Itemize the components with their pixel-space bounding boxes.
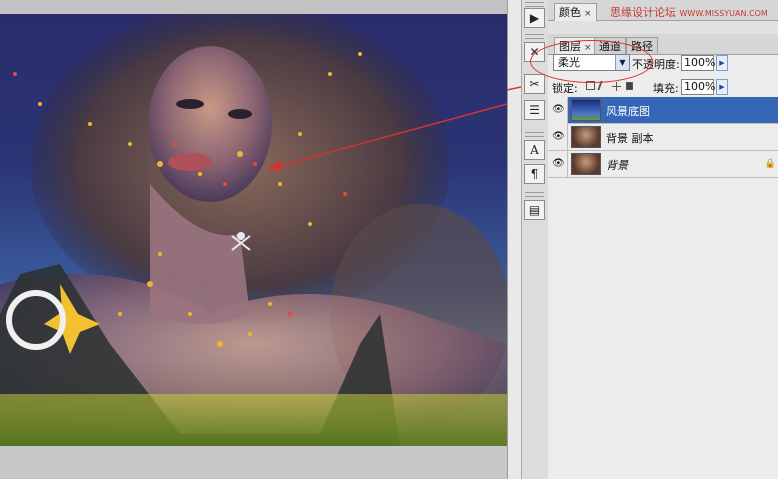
tab-layers-label: 图层 <box>559 40 581 53</box>
strip-grip[interactable] <box>525 192 544 197</box>
visibility-toggle[interactable]: 👁 <box>548 151 568 178</box>
lock-position-icon[interactable] <box>612 81 621 91</box>
opacity-slider-button[interactable]: ▶ <box>716 55 728 71</box>
blend-mode-select[interactable]: 柔光 ▼ <box>553 54 630 71</box>
clone-icon[interactable]: ✂ <box>524 74 545 94</box>
close-icon[interactable]: × <box>584 43 592 53</box>
paragraph-icon[interactable]: ¶ <box>524 164 545 184</box>
watermark-text: 思缘设计论坛 <box>610 6 676 19</box>
visibility-toggle[interactable]: 👁 <box>548 124 568 151</box>
close-icon[interactable]: × <box>584 9 592 19</box>
layers-tabbar: 图层 × 通道 路径 <box>548 34 778 55</box>
watermark-url: WWW.MISSYUAN.COM <box>679 9 768 18</box>
chevron-down-icon[interactable]: ▼ <box>615 55 629 70</box>
character-icon[interactable]: A <box>524 140 545 160</box>
fill-input[interactable]: 100% <box>681 79 715 95</box>
layer-name[interactable]: 背景 副本 <box>606 130 654 146</box>
play-icon[interactable]: ▶ <box>524 8 545 28</box>
lock-transparent-icon[interactable] <box>586 81 595 90</box>
tab-layers[interactable]: 图层 × <box>554 37 597 55</box>
tools-icon[interactable]: ✕ <box>524 42 545 62</box>
layer-row-background[interactable]: 👁 背景 🔒 <box>548 151 778 178</box>
brush-list-icon[interactable]: ☰ <box>524 100 545 120</box>
layer-name[interactable]: 背景 <box>606 157 628 173</box>
composite-photo[interactable] <box>0 14 507 446</box>
layer-name[interactable]: 风景底图 <box>606 103 650 119</box>
layers-empty-area[interactable] <box>548 180 778 479</box>
color-tabbar: 颜色 × 思缘设计论坛 WWW.MISSYUAN.COM <box>548 0 778 21</box>
strip-grip[interactable] <box>525 2 544 7</box>
visibility-toggle[interactable]: 👁 <box>548 97 568 124</box>
panel-icon-strip: ▶ ✕ ✂ ☰ A ¶ ▤ <box>521 0 549 479</box>
strip-grip[interactable] <box>525 132 544 137</box>
lock-image-icon[interactable] <box>597 81 610 90</box>
tab-color[interactable]: 颜色 × <box>554 3 597 21</box>
layer-comps-icon[interactable]: ▤ <box>524 200 545 220</box>
layer-thumbnail <box>571 153 601 175</box>
tab-paths[interactable]: 路径 <box>626 37 658 54</box>
fill-slider-button[interactable]: ▶ <box>716 79 728 95</box>
layer-row-landscape[interactable]: 👁 风景底图 <box>548 97 778 124</box>
panel-separator[interactable] <box>507 0 522 479</box>
eye-icon: 👁 <box>552 158 565 169</box>
canvas-pasteboard <box>0 446 515 479</box>
tab-channels[interactable]: 通道 <box>594 37 626 54</box>
document-canvas[interactable] <box>0 0 515 479</box>
color-panel-body <box>548 21 778 35</box>
photo-artwork <box>0 14 507 446</box>
eye-icon: 👁 <box>552 104 565 115</box>
layer-thumbnail <box>571 126 601 148</box>
lock-icon: 🔒 <box>764 159 776 169</box>
layer-row-background-copy[interactable]: 👁 背景 副本 <box>548 124 778 151</box>
layers-panel-group: 颜色 × 思缘设计论坛 WWW.MISSYUAN.COM 图层 × 通道 路径 柔光… <box>548 0 778 479</box>
opacity-input[interactable]: 100% <box>681 55 715 71</box>
lock-label: 锁定: <box>552 82 578 95</box>
layer-thumbnail <box>571 99 601 121</box>
fill-label: 填充: <box>653 82 679 95</box>
eye-icon: 👁 <box>552 131 565 142</box>
strip-grip[interactable] <box>525 34 544 39</box>
blend-mode-value: 柔光 <box>558 56 580 69</box>
watermark: 思缘设计论坛 WWW.MISSYUAN.COM <box>610 4 768 20</box>
lock-all-icon[interactable] <box>626 82 633 90</box>
tab-color-label: 颜色 <box>559 6 581 19</box>
opacity-label: 不透明度: <box>632 58 680 71</box>
